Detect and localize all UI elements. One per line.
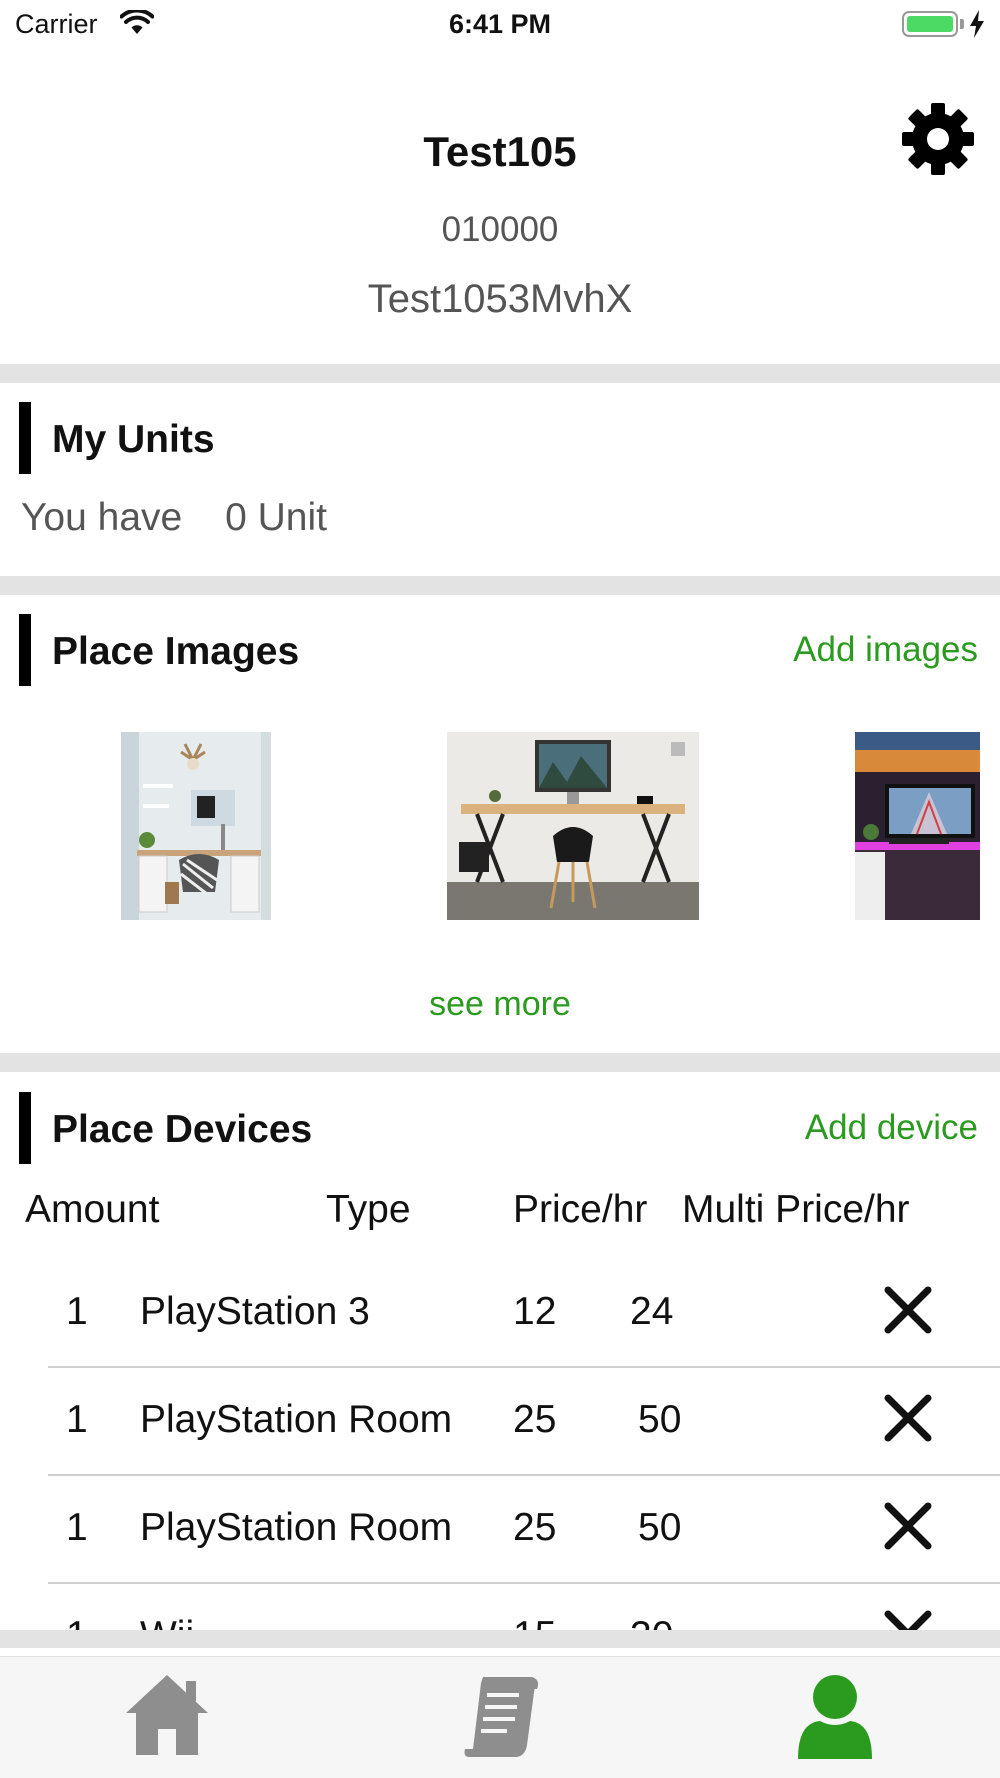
device-type: Wii: [140, 1614, 194, 1630]
status-bar: Carrier 6:41 PM: [0, 0, 1000, 50]
charging-bolt-icon: [970, 10, 984, 38]
device-row: 1 PlayStation 3 12 24: [0, 1260, 1000, 1368]
device-price: 25: [513, 1398, 557, 1441]
add-device-button[interactable]: Add device: [805, 1108, 978, 1148]
units-prefix: You have: [21, 496, 183, 539]
profile-code: 010000: [441, 210, 559, 249]
place-image-1[interactable]: [121, 732, 271, 920]
section-divider: [0, 1630, 1000, 1648]
section-accent-bar: [19, 614, 31, 686]
device-amount: 1: [66, 1290, 88, 1333]
column-header-amount: Amount: [25, 1188, 160, 1231]
settings-gear-icon[interactable]: [901, 102, 975, 176]
tab-home[interactable]: [122, 1671, 212, 1761]
device-multi-price: 50: [638, 1398, 682, 1441]
tab-bar: [0, 1656, 1000, 1778]
see-more-link[interactable]: see more: [0, 985, 1000, 1024]
device-multi-price: 24: [630, 1290, 674, 1333]
device-price: 12: [513, 1290, 557, 1333]
device-type: PlayStation Room: [140, 1506, 453, 1549]
battery-tip: [960, 19, 964, 29]
device-multi-price: 50: [638, 1506, 682, 1549]
devices-title: Place Devices: [52, 1108, 313, 1151]
units-summary: You have 0 Unit: [21, 496, 327, 540]
device-amount: 1: [66, 1398, 88, 1441]
delete-device-icon[interactable]: [882, 1500, 934, 1552]
delete-device-icon[interactable]: [882, 1608, 934, 1630]
units-title: My Units: [52, 418, 215, 461]
section-divider: [0, 1053, 1000, 1072]
section-accent-bar: [19, 1092, 31, 1164]
device-type: PlayStation Room: [140, 1398, 453, 1441]
device-amount: 1: [66, 1506, 88, 1549]
status-time: 6:41 PM: [448, 9, 552, 39]
images-title: Place Images: [52, 630, 300, 673]
column-header-type: Type: [326, 1188, 411, 1231]
place-image-2[interactable]: [447, 732, 699, 920]
profile-name: Test105: [423, 128, 577, 175]
tab-history[interactable]: [455, 1671, 545, 1761]
column-header-multi-price: Multi Price/hr: [682, 1188, 910, 1231]
battery-icon: [902, 11, 958, 37]
delete-device-icon[interactable]: [882, 1392, 934, 1444]
add-images-button[interactable]: Add images: [793, 630, 978, 670]
section-divider: [0, 364, 1000, 383]
device-row: 1 PlayStation Room 25 50: [0, 1476, 1000, 1584]
delete-device-icon[interactable]: [882, 1284, 934, 1336]
column-header-price: Price/hr: [513, 1188, 648, 1231]
section-accent-bar: [19, 402, 31, 474]
devices-list[interactable]: 1 PlayStation 3 12 24 1 PlayStation Room…: [0, 1260, 1000, 1630]
section-divider: [0, 576, 1000, 595]
profile-handle: Test1053MvhX: [367, 277, 633, 321]
device-price: 15: [513, 1614, 556, 1630]
units-count: 0 Unit: [225, 496, 327, 539]
device-row: 1 Wii 15 30: [0, 1584, 1000, 1630]
device-multi-price: 30: [630, 1614, 673, 1630]
device-price: 25: [513, 1506, 557, 1549]
device-amount: 1: [66, 1614, 88, 1630]
device-type: PlayStation 3: [140, 1290, 370, 1333]
device-row: 1 PlayStation Room 25 50: [0, 1368, 1000, 1476]
place-image-3[interactable]: [855, 732, 980, 920]
tab-profile[interactable]: [790, 1671, 880, 1761]
